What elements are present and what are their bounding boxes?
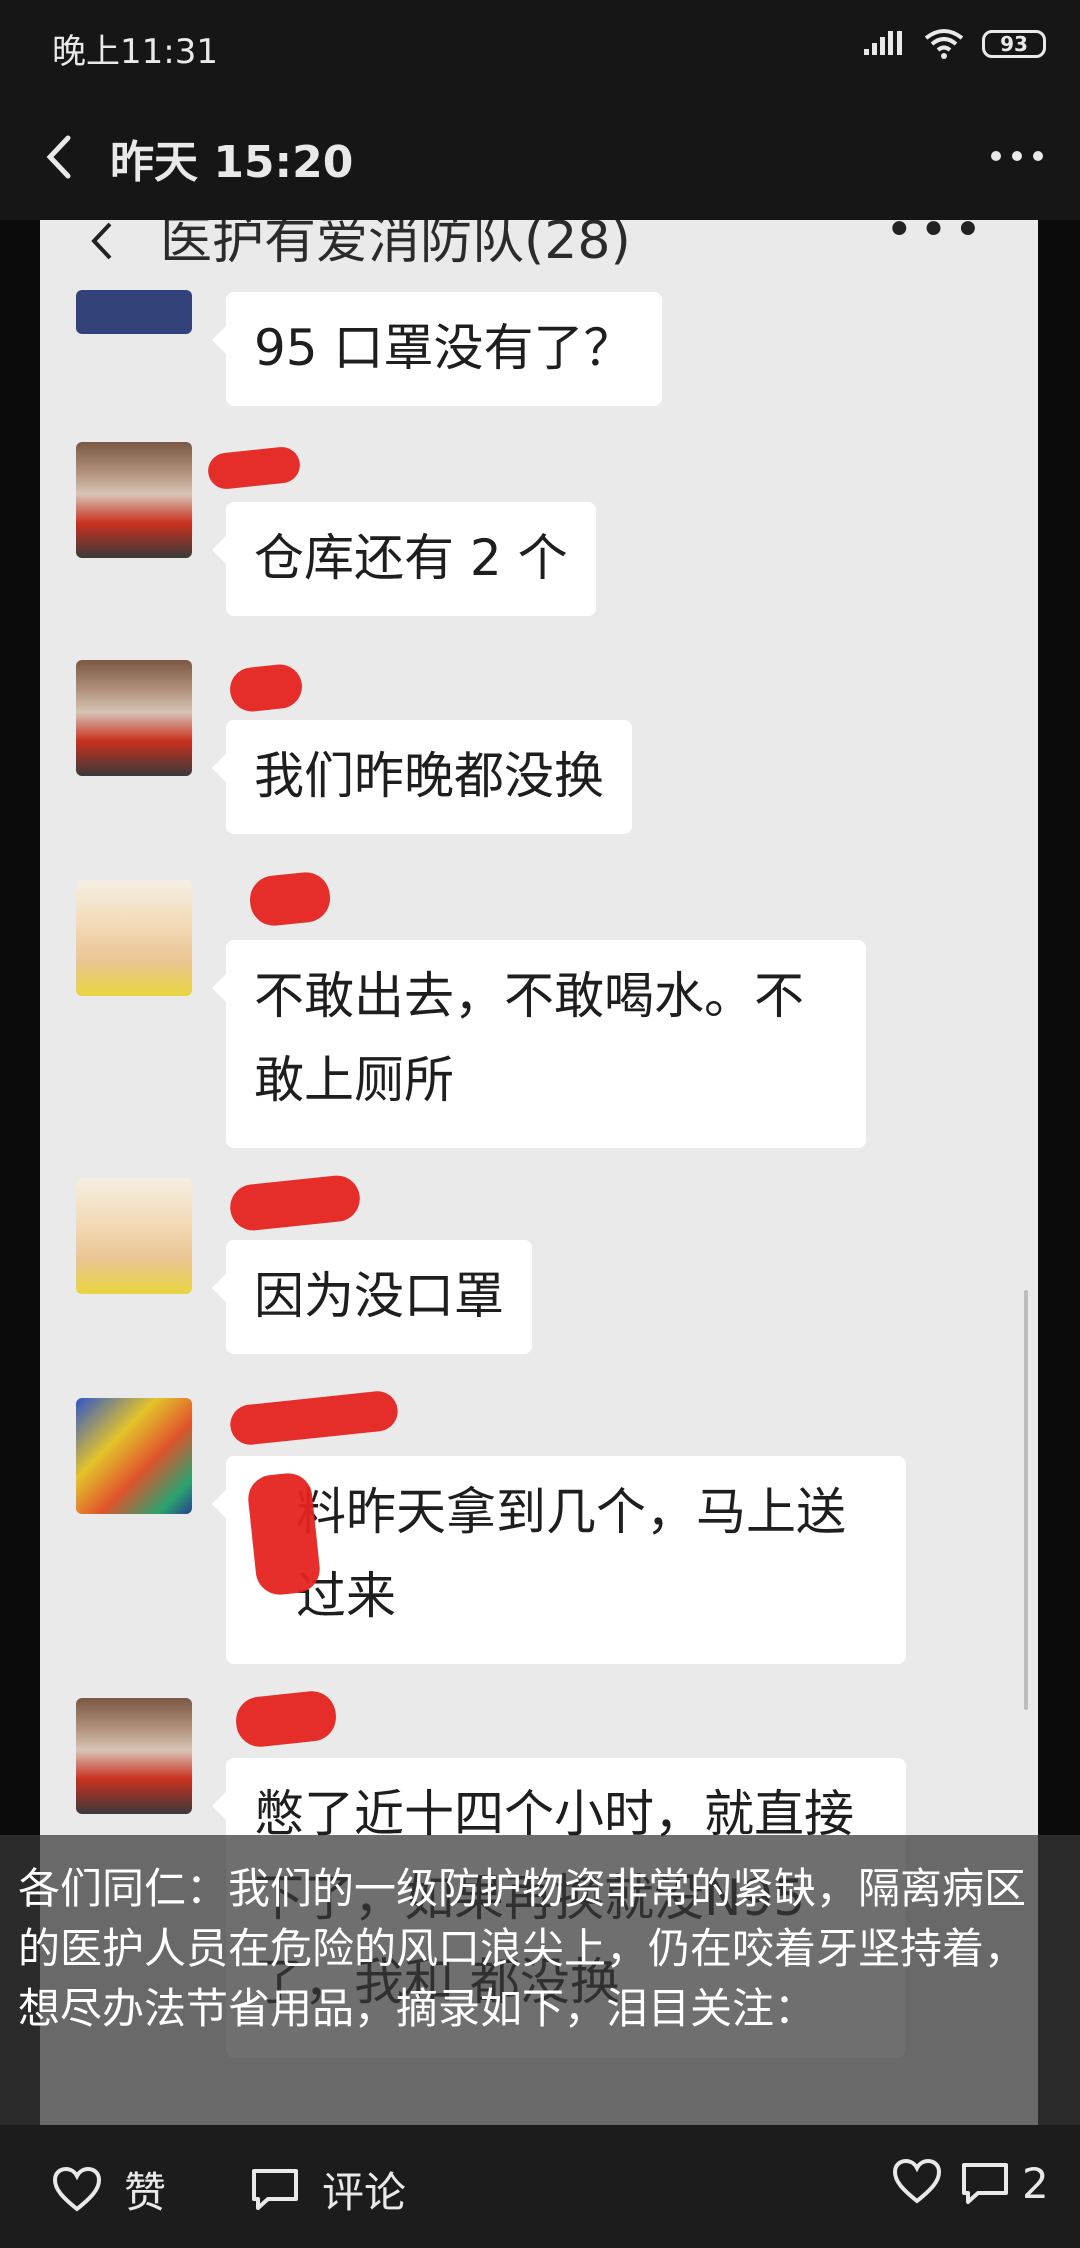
message-bubble: 我们昨晚都没换	[212, 720, 632, 834]
avatar	[76, 880, 192, 996]
avatar	[76, 1398, 192, 1514]
chat-more-icon: •••	[885, 220, 988, 258]
message-bubble: 料昨天拿到几个，马上送过来	[212, 1456, 906, 1664]
comment-icon	[962, 2162, 1008, 2204]
signal-icon	[864, 31, 902, 55]
chat-back-icon	[91, 222, 112, 260]
redaction-mark	[245, 1470, 323, 1598]
chat-header: 医护有爱消防队(28) •••	[40, 220, 1038, 271]
redaction-mark	[233, 1688, 339, 1750]
back-icon[interactable]	[28, 122, 98, 192]
caption-text: 各们同仁：我们的一级防护物资非常的紧缺，隔离病区的医护人员在危险的风口浪尖上，仍…	[18, 1864, 1027, 2033]
comment-count: 2	[1022, 2159, 1049, 2208]
redaction-mark	[228, 1389, 400, 1447]
status-time: 晚上11:31	[52, 32, 218, 72]
message-bubble: 不敢出去，不敢喝水。不敢上厕所	[212, 940, 866, 1148]
avatar	[76, 660, 192, 776]
status-icons: 93	[864, 24, 1046, 64]
avatar	[76, 290, 192, 334]
redaction-mark	[227, 1173, 363, 1233]
post-caption[interactable]: 各们同仁：我们的一级防护物资非常的紧缺，隔离病区的医护人员在危险的风口浪尖上，仍…	[0, 1835, 1080, 2125]
chat-scrollbar	[1024, 1290, 1028, 1710]
status-bar: 晚上11:31 93	[0, 0, 1080, 96]
page-title: 昨天 15:20	[110, 137, 354, 188]
top-nav-bar: 昨天 15:20	[0, 96, 1080, 220]
redaction-mark	[247, 869, 333, 929]
heart-icon	[52, 2166, 102, 2212]
message-bubble: 95 口罩没有了？	[212, 292, 662, 406]
chat-title: 医护有爱消防队(28)	[160, 220, 631, 271]
wifi-icon	[924, 29, 964, 59]
comment-label: 评论	[322, 2168, 407, 2217]
like-count-button[interactable]	[892, 2159, 942, 2205]
more-options-icon[interactable]	[982, 136, 1052, 176]
redaction-mark	[206, 445, 302, 491]
comment-button[interactable]: 评论	[250, 2159, 406, 2220]
like-button[interactable]: 赞	[52, 2159, 166, 2220]
comment-icon	[252, 2168, 298, 2210]
like-label: 赞	[124, 2168, 167, 2217]
battery-icon: 93	[982, 30, 1046, 58]
redaction-mark	[227, 662, 305, 714]
avatar	[76, 442, 192, 558]
heart-icon	[892, 2159, 942, 2204]
avatar	[76, 1178, 192, 1294]
bottom-action-bar: 赞 评论 2	[0, 2125, 1080, 2248]
message-bubble: 因为没口罩	[212, 1240, 532, 1354]
message-bubble: 仓库还有 2 个	[212, 502, 596, 616]
comment-count-button[interactable]: 2	[960, 2159, 1049, 2208]
avatar	[76, 1698, 192, 1814]
